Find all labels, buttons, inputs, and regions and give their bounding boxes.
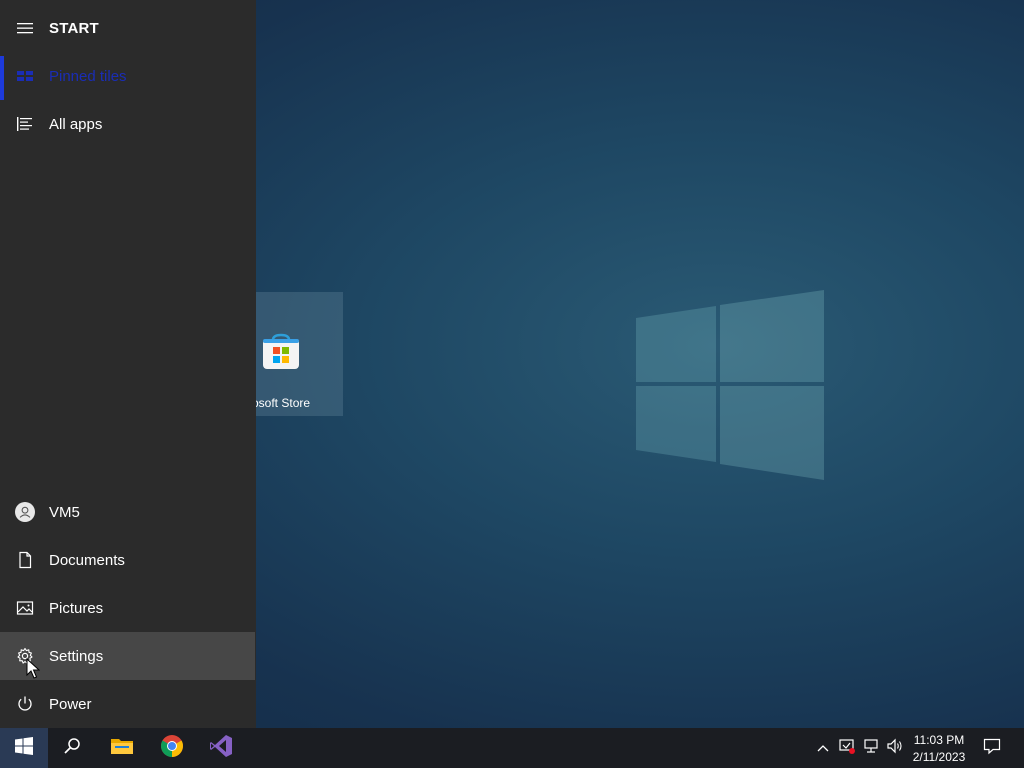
visual-studio-icon [209, 734, 233, 763]
list-icon [0, 100, 49, 148]
gear-icon [0, 632, 49, 680]
document-icon [0, 536, 49, 584]
clock-time: 11:03 PM [913, 733, 965, 747]
pictures-label: Pictures [49, 599, 104, 617]
network-tray-button[interactable] [860, 728, 882, 768]
user-label: VM5 [49, 503, 80, 521]
taskbar: 11:03 PM 2/11/2023 [0, 728, 1024, 768]
volume-icon [886, 737, 904, 760]
pinned-tiles-button[interactable]: Pinned tiles [0, 52, 256, 100]
user-account-button[interactable]: VM5 [0, 488, 256, 536]
chrome-button[interactable] [148, 728, 196, 768]
file-explorer-icon [110, 736, 134, 761]
chrome-icon [160, 734, 184, 763]
pictures-button[interactable]: Pictures [0, 584, 256, 632]
defender-tray-button[interactable] [836, 728, 858, 768]
file-explorer-button[interactable] [98, 728, 146, 768]
search-button[interactable] [48, 728, 96, 768]
power-icon [0, 680, 49, 728]
start-button[interactable] [0, 728, 48, 768]
user-avatar [0, 488, 49, 536]
power-label: Power [49, 695, 92, 713]
start-header-label: START [49, 19, 99, 37]
start-menu: START Pinned tiles All apps VM5 Document… [0, 0, 256, 728]
chevron-up-icon [817, 739, 829, 757]
show-hidden-icons-button[interactable] [814, 728, 832, 768]
all-apps-label: All apps [49, 115, 103, 133]
all-apps-button[interactable]: All apps [0, 100, 256, 148]
network-icon [862, 737, 880, 760]
notification-icon [983, 737, 1001, 760]
start-menu-header[interactable]: START [0, 4, 256, 52]
windows-start-icon [15, 736, 33, 760]
volume-tray-button[interactable] [884, 728, 906, 768]
power-button[interactable]: Power [0, 680, 256, 728]
tiles-icon [0, 52, 49, 100]
hamburger-menu-icon[interactable] [0, 4, 49, 52]
windows-logo-wallpaper [636, 288, 824, 480]
visual-studio-button[interactable] [197, 728, 245, 768]
taskbar-clock[interactable]: 11:03 PM 2/11/2023 [906, 730, 972, 766]
microsoft-store-icon [261, 332, 301, 372]
picture-icon [0, 584, 49, 632]
tile-label: osoft Store [256, 396, 311, 410]
avatar-icon [14, 502, 35, 522]
documents-label: Documents [49, 551, 125, 569]
settings-label: Settings [49, 647, 104, 665]
pinned-tiles-label: Pinned tiles [49, 67, 127, 85]
clock-date: 2/11/2023 [912, 750, 966, 764]
defender-icon [838, 737, 856, 760]
selection-accent [0, 56, 4, 100]
microsoft-store-tile[interactable]: osoft Store [256, 292, 343, 416]
documents-button[interactable]: Documents [0, 536, 256, 584]
action-center-button[interactable] [978, 728, 1006, 768]
search-icon [63, 737, 81, 760]
mouse-cursor-icon [26, 657, 41, 680]
